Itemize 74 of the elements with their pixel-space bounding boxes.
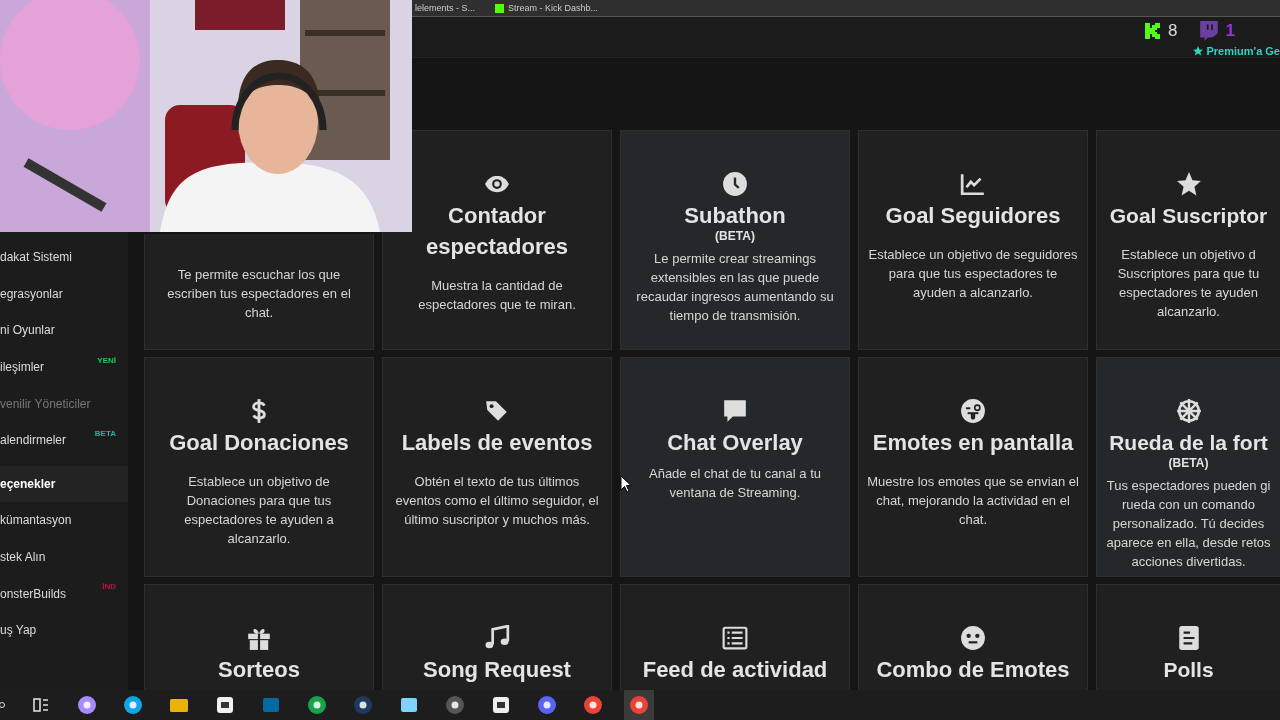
feature-card[interactable]: Rueda de la fort (BETA) Tus espectadores pueden gi rueda con un comando personalizado. Tú decides aparece en ella, desde retos acciones divertidas. — [1096, 357, 1280, 577]
chat-bubble-icon — [1197, 20, 1220, 42]
card-title: Goal Donaciones — [169, 429, 349, 457]
sidebar-item[interactable]: uş Yap — [0, 611, 128, 649]
card-description: Obtén el texto de tus últimos eventos como el último seguidor, el último suscriptor y muchos más. — [394, 473, 600, 529]
beta-label: (BETA) — [1168, 456, 1209, 470]
feature-card[interactable]: Emotes en pantalla Muestre los emotes que se envian el chat, mejorando la actividad en el chat. — [858, 357, 1088, 577]
browser-tab[interactable]: Stream - Kick Dashb... — [495, 3, 599, 13]
card-title: Goal Suscriptor — [1109, 203, 1268, 229]
viewer-count: 1 — [1225, 21, 1235, 41]
sidebar-item[interactable]: onsterBuilds İND — [0, 575, 128, 612]
clock-icon — [722, 171, 748, 197]
feature-card[interactable]: Goal Seguidores Establece un objetivo de seguidores para que tus espectadores te ayuden a alcanzarlo. — [858, 130, 1088, 350]
beta-label: (BETA) — [715, 229, 755, 243]
chat-bubble-icon — [722, 398, 748, 424]
sidebar-item[interactable]: kümantasyon — [0, 502, 128, 539]
card-title: Contador espectadores — [425, 202, 569, 261]
feature-card[interactable]: Labels de eventos Obtén el texto de tus últimos eventos como el último seguidor, el último suscriptor y muchos más. — [382, 357, 612, 577]
card-title: Emotes en pantalla — [872, 429, 1074, 457]
feature-card[interactable]: Song Request — [382, 584, 612, 690]
status-label: YENİ — [97, 355, 116, 365]
feature-card[interactable]: Goal Suscriptor Establece un objetivo d Suscriptores para que tu espectadores te ayuden alcanzarlo. — [1096, 130, 1280, 350]
card-title: Rueda de la fort — [1109, 430, 1268, 456]
winking-face-icon — [960, 398, 986, 424]
logo-icon — [1144, 22, 1163, 40]
music-note-icon — [484, 625, 510, 651]
card-title: Sorteos — [218, 656, 300, 684]
card-description: Tus espectadores pueden gi rueda con un comando personalizado. Tú decides aparece en ella, desde retos acciones divertidas. — [1106, 477, 1271, 571]
status-label: BETA — [94, 428, 116, 438]
sidebar-item[interactable]: stek Alın — [0, 538, 128, 576]
card-description: Muestre los emotes que se envian el chat, mejorando la actividad en el chat. — [867, 473, 1079, 529]
wheel-icon — [1175, 398, 1202, 424]
browser-tab[interactable]: lelements - S... — [415, 3, 476, 13]
card-title: Labels de eventos — [401, 429, 593, 457]
feature-card[interactable]: Subathon (BETA) Le permite crear streamings extensibles en las que puede recaudar ingresos aumentando su tiempo de transmisión. — [620, 130, 850, 350]
sidebar-item[interactable]: ileşimler YENİ — [0, 348, 128, 386]
cursor-icon — [620, 475, 632, 493]
status-label: İND — [102, 582, 116, 592]
feature-card[interactable]: Contador espectadores Muestra la cantidad de espectadores que te miran. — [382, 130, 612, 350]
star-icon — [1192, 45, 1205, 57]
list-icon — [722, 625, 748, 651]
face-icon — [960, 625, 986, 651]
star-icon — [1175, 171, 1202, 197]
card-title: Combo de Emotes — [876, 656, 1070, 684]
feature-card[interactable]: Polls — [1096, 584, 1280, 690]
sidebar-item[interactable]: ni Oyunlar — [0, 312, 128, 349]
feature-card[interactable]: Sorteos — [144, 584, 374, 690]
feature-card[interactable]: Chat Overlay Añade el chat de tu canal a tu ventana de Streaming. — [620, 357, 850, 577]
logo-icon — [495, 3, 505, 13]
feature-card[interactable]: Te permite escuchar los que escriben tus espectadores en el chat. — [144, 234, 374, 350]
card-title: Song Request — [423, 656, 571, 684]
premium-link[interactable]: Premium'a Ge — [1192, 45, 1280, 57]
sidebar-item[interactable]: dakat Sistemi — [0, 239, 128, 276]
chart-icon — [960, 171, 986, 197]
sidebar-item[interactable]: egrasyonlar — [0, 275, 128, 313]
card-title: Chat Overlay — [667, 429, 803, 457]
viewer-count: 8 — [1168, 21, 1178, 41]
feature-card[interactable]: Feed de actividad — [620, 584, 850, 690]
card-description: Te permite escuchar los que escriben tus espectadores en el chat. — [166, 266, 352, 322]
feature-card[interactable]: Combo de Emotes — [858, 584, 1088, 690]
card-title: Polls — [1163, 657, 1214, 683]
feature-card[interactable]: Goal Donaciones Establece un objetivo de Donaciones para que tus espectadores te ayuden a alcanzarlo. — [144, 357, 374, 577]
card-title: Subathon — [684, 202, 786, 230]
card-description: Establece un objetivo de Donaciones para que tus espectadores te ayuden a alcanzarlo. — [183, 473, 335, 548]
sidebar-item[interactable]: alendirmeler BETA — [0, 421, 128, 459]
browser-icon[interactable] — [624, 690, 654, 720]
sidebar-item[interactable]: eçenekler — [0, 465, 128, 503]
card-title: Goal Seguidores — [885, 202, 1061, 230]
card-description: Establece un objetivo d Suscriptores para que tu espectadores te ayuden alcanzarlo. — [1117, 246, 1260, 321]
card-title: Feed de actividad — [642, 656, 828, 684]
card-description: Añade el chat de tu canal a tu ventana de Streaming. — [648, 465, 822, 502]
card-description: Establece un objetivo de seguidores para que tus espectadores te ayuden a alcanzarlo. — [867, 246, 1079, 302]
card-description: Le permite crear streamings extensibles en las que puede recaudar ingresos aumentando su tiempo de transmisión. — [635, 250, 835, 325]
card-description: Muestra la cantidad de espectadores que te miran. — [417, 277, 577, 314]
